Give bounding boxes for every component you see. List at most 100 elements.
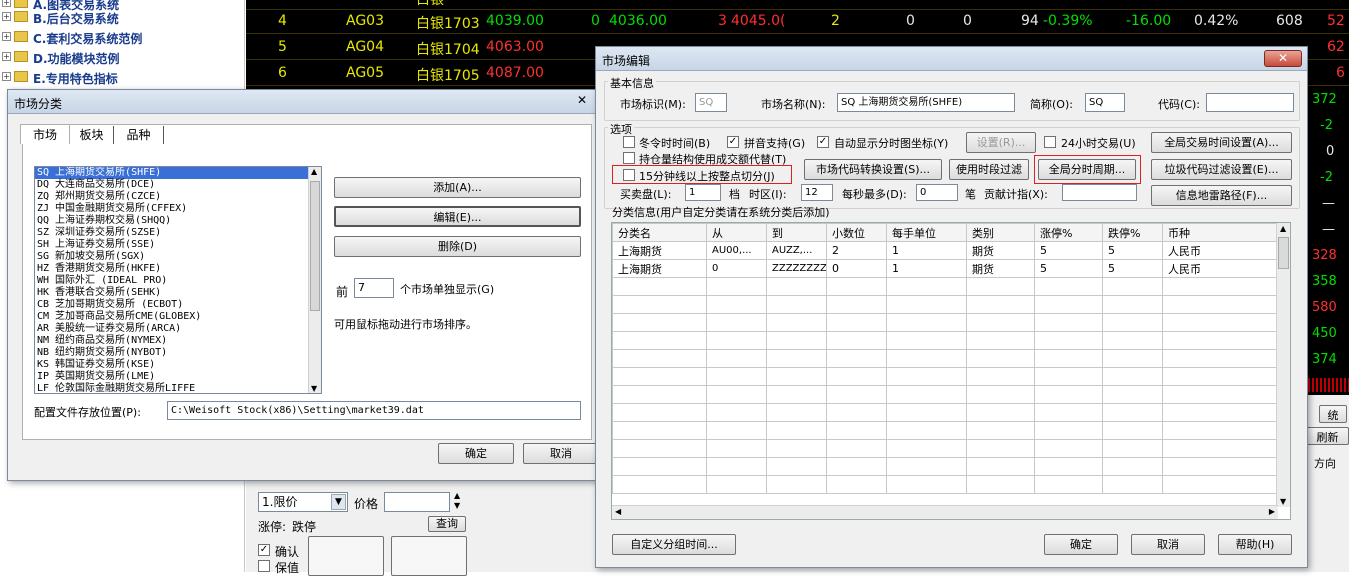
junk-filter-button[interactable]: 垃圾代码过滤设置(E)...: [1151, 159, 1292, 180]
list-item[interactable]: CM 芝加哥商品交易所CME(GLOBEX): [35, 311, 321, 323]
col-header[interactable]: 从: [706, 223, 767, 242]
list-item[interactable]: AR 美股统一证券交易所(ARCA): [35, 323, 321, 335]
tree-item[interactable]: + B.后台交易系统: [0, 8, 245, 28]
list-item[interactable]: KS 韩国证券交易所(KSE): [35, 359, 321, 371]
query-button[interactable]: 查询: [428, 516, 466, 532]
list-item[interactable]: DQ 大连商品交易所(DCE): [35, 179, 321, 191]
list-item[interactable]: SG 新加坡交易所(SGX): [35, 251, 321, 263]
col-header[interactable]: 到: [766, 223, 827, 242]
price-input[interactable]: [384, 492, 450, 512]
24h-trade-checkbox[interactable]: [1044, 136, 1056, 148]
tab-sector[interactable]: 板块: [70, 126, 114, 144]
close-icon[interactable]: ✕: [568, 93, 596, 110]
horizontal-scrollbar[interactable]: ◀ ▶: [612, 505, 1278, 519]
help-button[interactable]: 帮助(H): [1218, 534, 1292, 555]
add-button[interactable]: 添加(A)...: [334, 177, 581, 198]
max-per-second-field[interactable]: 0: [916, 184, 958, 201]
list-item[interactable]: NM 纽约商品交易所(NYMEX): [35, 335, 321, 347]
ok-button[interactable]: 确定: [438, 443, 514, 464]
list-item[interactable]: SZ 深圳证券交易所(SZSE): [35, 227, 321, 239]
tree-item[interactable]: + D.功能模块范例: [0, 48, 245, 68]
tab-market[interactable]: 市场: [20, 124, 70, 144]
settings-button[interactable]: 设置(R)...: [966, 132, 1036, 153]
chevron-up-icon[interactable]: ▲: [311, 167, 317, 176]
expand-icon[interactable]: +: [2, 0, 11, 7]
scrollbar[interactable]: ▲ ▼: [308, 167, 321, 393]
hedge-checkbox[interactable]: [258, 560, 270, 572]
list-item[interactable]: NB 纽约期货交易所(NYBOT): [35, 347, 321, 359]
list-item[interactable]: QQ 上海证券期权交易(SHQQ): [35, 215, 321, 227]
ok-button[interactable]: 确定: [1044, 534, 1118, 555]
position-checkbox[interactable]: [623, 152, 635, 164]
delete-button[interactable]: 删除(D): [334, 236, 581, 257]
code-field[interactable]: [1206, 93, 1294, 112]
col-header[interactable]: 跌停%: [1102, 223, 1163, 242]
market-name-field[interactable]: SQ 上海期货交易所(SHFE): [837, 93, 1015, 112]
table-row[interactable]: 上海期货 AU00,... AUZZ,... 2 1 期货 5 5 人民币: [612, 241, 1278, 260]
list-item[interactable]: ZJ 中国金融期货交易所(CFFEX): [35, 203, 321, 215]
list-item[interactable]: IP 英国期货交易所(LME): [35, 371, 321, 383]
scroll-thumb[interactable]: [310, 181, 320, 311]
confirm-checkbox[interactable]: ✓: [258, 544, 270, 556]
list-item[interactable]: SH 上海证券交易所(SSE): [35, 239, 321, 251]
sell-button[interactable]: [391, 536, 467, 576]
tab-variety[interactable]: 品种: [114, 126, 164, 144]
tree-item[interactable]: + C.套利交易系统范例: [0, 28, 245, 48]
front-count-input[interactable]: 7: [354, 278, 394, 298]
chevron-right-icon[interactable]: ▶: [1269, 507, 1275, 516]
cancel-button[interactable]: 取消: [1131, 534, 1205, 555]
info-mine-path-button[interactable]: 信息地雷路径(F)...: [1151, 185, 1292, 206]
col-header[interactable]: 类别: [966, 223, 1035, 242]
expand-icon[interactable]: +: [2, 72, 11, 81]
list-item[interactable]: SQ 上海期货交易所(SHFE): [35, 167, 321, 179]
chevron-down-icon[interactable]: ▼: [311, 384, 317, 393]
col-header[interactable]: 涨停%: [1034, 223, 1103, 242]
table-row[interactable]: 上海期货 0 ZZZZZZZZ 0 1 期货 5 5 人民币: [612, 259, 1278, 278]
dialog-titlebar[interactable]: 市场编辑 ✕: [596, 47, 1307, 71]
refresh-button[interactable]: 刷新: [1306, 427, 1349, 445]
tree-item[interactable]: + E.专用特色指标: [0, 68, 245, 88]
config-path-field[interactable]: C:\Weisoft Stock(x86)\Setting\market39.d…: [167, 401, 581, 420]
edit-button[interactable]: 编辑(E)...: [334, 206, 581, 227]
close-icon[interactable]: ✕: [1264, 50, 1302, 67]
list-item[interactable]: ZQ 郑州期货交易所(CZCE): [35, 191, 321, 203]
list-item[interactable]: HZ 香港期货交易所(HKFE): [35, 263, 321, 275]
col-header[interactable]: 分类名: [612, 223, 707, 242]
buy-button[interactable]: [308, 536, 384, 576]
order-type-select[interactable]: 1.限价 ▼: [258, 492, 348, 512]
table-row[interactable]: 4 AG03 白银1703 4039.00 0 4036.00 3 4045.0…: [246, 8, 1349, 34]
code-convert-button[interactable]: 市场代码转换设置(S)...: [804, 159, 942, 180]
contrib-field[interactable]: [1062, 184, 1137, 201]
hourly-split-checkbox[interactable]: [623, 169, 635, 181]
vertical-scrollbar[interactable]: ▲ ▼: [1276, 223, 1290, 507]
chevron-up-icon[interactable]: ▲: [1280, 224, 1286, 233]
col-header[interactable]: 小数位: [826, 223, 887, 242]
chevron-down-icon[interactable]: ▼: [1280, 497, 1286, 506]
cancel-button[interactable]: 取消: [523, 443, 599, 464]
winter-time-checkbox[interactable]: [623, 136, 635, 148]
market-id-field[interactable]: SQ: [695, 93, 727, 112]
col-header[interactable]: 币种: [1162, 223, 1278, 242]
list-item[interactable]: HK 香港联合交易所(SEHK): [35, 287, 321, 299]
system-button[interactable]: 统: [1319, 405, 1347, 423]
expand-icon[interactable]: +: [2, 12, 11, 21]
category-table[interactable]: 分类名 从 到 小数位 每手单位 类别 涨停% 跌停% 币种 上海期货 AU00…: [611, 222, 1291, 520]
col-header[interactable]: 每手单位: [886, 223, 967, 242]
chevron-left-icon[interactable]: ◀: [615, 507, 621, 516]
list-item[interactable]: WH 国际外汇 (IDEAL PRO): [35, 275, 321, 287]
expand-icon[interactable]: +: [2, 52, 11, 61]
short-name-field[interactable]: SQ: [1085, 93, 1125, 112]
autoshow-checkbox[interactable]: ✓: [817, 136, 829, 148]
pinyin-checkbox[interactable]: ✓: [727, 136, 739, 148]
price-stepper[interactable]: ▲ ▼: [454, 491, 460, 511]
scroll-thumb[interactable]: [1278, 237, 1289, 269]
list-item[interactable]: LF 伦敦国际金融期货交易所LIFFE: [35, 383, 321, 393]
market-list[interactable]: SQ 上海期货交易所(SHFE) DQ 大连商品交易所(DCE) ZQ 郑州期货交易…: [34, 166, 322, 394]
list-item[interactable]: CB 芝加哥期货交易所 (ECBOT): [35, 299, 321, 311]
period-filter-button[interactable]: 使用时段过滤: [949, 159, 1029, 180]
global-period-button[interactable]: 全局分时周期...: [1038, 159, 1136, 180]
level-count-field[interactable]: 1: [685, 184, 721, 201]
expand-icon[interactable]: +: [2, 32, 11, 41]
custom-group-time-button[interactable]: 自定义分组时间...: [612, 534, 736, 555]
chevron-down-icon[interactable]: ▼: [331, 494, 346, 510]
